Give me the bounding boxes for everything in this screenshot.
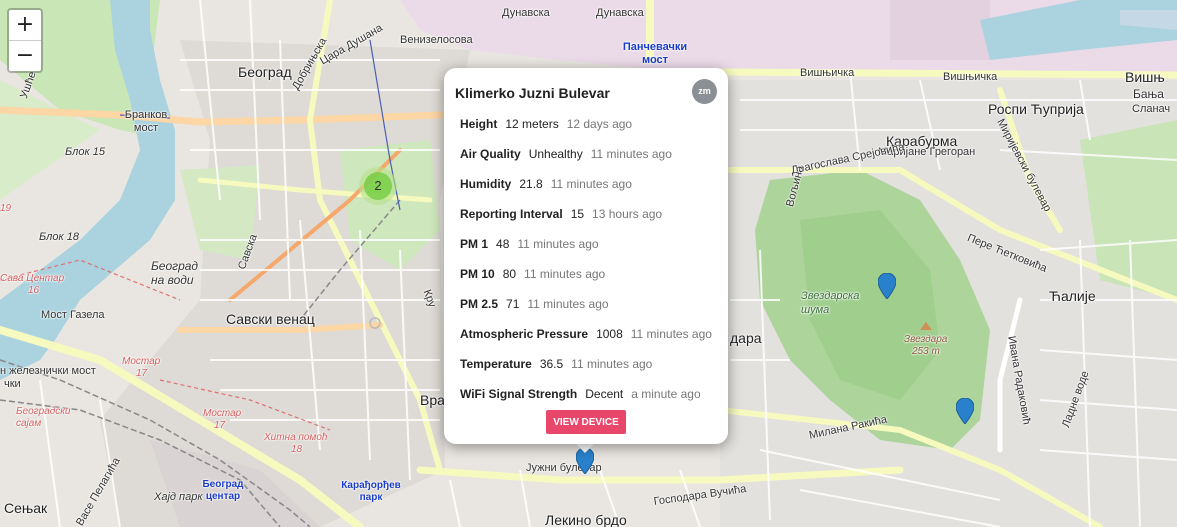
reading-timestamp: 11 minutes ago: [571, 357, 653, 371]
map-label-rospi-cuprija: Роспи Ћуприја: [988, 101, 1084, 117]
reading-timestamp: 11 minutes ago: [630, 327, 712, 341]
reading-label: Reporting Interval: [460, 207, 563, 221]
map-label-zvezdarska-suma: Звездарска шума: [801, 290, 860, 316]
map-label-hitna-num: 18: [291, 444, 303, 455]
reading-label: WiFi Signal Strength: [460, 387, 578, 401]
map-label-mostar-num: 17: [136, 368, 148, 379]
reading-timestamp: a minute ago: [631, 387, 701, 401]
marker-cluster[interactable]: 2: [359, 167, 397, 205]
map-label-zeleznicki-suffix: чки: [4, 378, 21, 390]
sensor-readings-list: Height 12 meters 12 days ago Air Quality Unh…: [460, 112, 712, 412]
reading-label: PM 10: [460, 267, 495, 281]
reading-label: Atmospheric Pressure: [460, 327, 589, 341]
device-popup: Klimerko Juzni Bulevar zm Height 12 meter…: [444, 68, 728, 444]
sensor-reading-row: Temperature 36.5 11 minutes ago: [460, 352, 712, 382]
map-label-sava-num: 16: [28, 285, 40, 296]
map-label-visnjicka-2: Вишњичка: [943, 71, 998, 83]
reading-label: Air Quality: [460, 147, 521, 161]
map-label-visnjicka: Вишњичка: [800, 67, 855, 79]
map-label-brankov-most: Бранков мост: [124, 109, 168, 134]
reading-timestamp: 11 minutes ago: [524, 267, 606, 281]
map-container[interactable]: Београд Дунавска Дунавска Венизелосова Д…: [0, 0, 1177, 527]
reading-timestamp: 12 days ago: [566, 117, 633, 131]
map-label-blok-15: Блок 15: [65, 146, 105, 158]
sensor-reading-row: PM 10 80 11 minutes ago: [460, 262, 712, 292]
map-label-caliye: Ћалије: [1049, 288, 1096, 304]
map-label-beograd-na-vodi: Београд на води: [151, 259, 199, 287]
reading-value: 71: [506, 297, 520, 311]
map-marker-icon[interactable]: [878, 273, 896, 299]
reading-value: 1008: [596, 327, 623, 341]
sensor-reading-row: Atmospheric Pressure 1008 11 minutes ago: [460, 322, 712, 352]
map-label-savski-venac: Савски венац: [226, 311, 315, 327]
reading-timestamp: 13 hours ago: [592, 207, 663, 221]
map-label-mostar: Мостар: [122, 356, 161, 367]
map-label-mostar-2: Мостар: [203, 408, 242, 419]
zoom-out-button[interactable]: −: [9, 40, 41, 71]
reading-value: 36.5: [539, 357, 564, 371]
sensor-reading-row: Air Quality Unhealthy 11 minutes ago: [460, 142, 712, 172]
popup-title: Klimerko Juzni Bulevar: [455, 85, 610, 101]
reading-value: Decent: [585, 387, 624, 401]
map-label-dunavska-2: Дунавска: [596, 7, 644, 19]
reading-label: PM 2.5: [460, 297, 499, 311]
device-owner-avatar: zm: [692, 79, 717, 104]
map-label-most-gazela: Мост Газела: [41, 309, 105, 321]
map-label-dara: дара: [730, 330, 762, 346]
map-label-zeleznicki-most: н железнички мост: [0, 365, 96, 377]
reading-value: 21.8: [519, 177, 543, 191]
map-label-beogradski-sajam: Београдски сајам: [16, 406, 71, 429]
map-label-dunavska: Дунавска: [502, 7, 550, 19]
map-label-venizelosova: Венизелосова: [400, 34, 473, 46]
reading-label: Temperature: [460, 357, 532, 371]
sensor-reading-row: PM 2.5 71 11 minutes ago: [460, 292, 712, 322]
map-label-banja: Бањa: [1133, 87, 1164, 101]
reading-timestamp: 11 minutes ago: [550, 177, 632, 191]
map-label-karadjordjev-park: Карађорђев парк: [341, 480, 401, 503]
sensor-reading-row: PM 1 48 11 minutes ago: [460, 232, 712, 262]
reading-value: 48: [496, 237, 510, 251]
map-label-zvezdara-elevation: 253 m: [912, 346, 940, 357]
map-label-blok-18: Блок 18: [39, 231, 79, 243]
map-label-hajd-park: Хајд парк: [154, 491, 203, 503]
map-label-beograd-centar: Београд центар: [202, 479, 244, 502]
map-label-pancevacki-most: Панчевачки мост: [622, 41, 688, 66]
reading-label: Humidity: [460, 177, 512, 191]
reading-label: Height: [460, 117, 498, 131]
reading-value: 12 meters: [505, 117, 559, 131]
reading-timestamp: 11 minutes ago: [527, 297, 609, 311]
map-label-num-19: 19: [0, 203, 12, 214]
reading-value: Unhealthy: [528, 147, 583, 161]
zoom-in-button[interactable]: +: [9, 10, 41, 40]
reading-label: PM 1: [460, 237, 489, 251]
reading-timestamp: 11 minutes ago: [517, 237, 599, 251]
sensor-reading-row: Height 12 meters 12 days ago: [460, 112, 712, 142]
sensor-reading-row: Humidity 21.8 11 minutes ago: [460, 172, 712, 202]
reading-timestamp: 11 minutes ago: [590, 147, 672, 161]
reading-value: 15: [570, 207, 585, 221]
marker-cluster-count[interactable]: 2: [364, 172, 392, 200]
map-label-hitna-pomoc: Хитна помоћ: [264, 432, 328, 443]
view-device-button[interactable]: VIEW DEVICE: [546, 410, 626, 434]
map-label-mostar-2-num: 17: [214, 420, 226, 431]
reading-value: 80: [502, 267, 517, 281]
map-label-lokino-brdo: Лекино брдо: [545, 512, 627, 527]
sensor-reading-row: WiFi Signal Strength Decent a minute ago: [460, 382, 712, 412]
map-label-visnj: Вишњ: [1125, 69, 1165, 85]
map-label-slanac: Сланач: [1132, 103, 1171, 115]
map-label-beograd: Београд: [238, 64, 292, 80]
map-label-zvezdara: Звездара: [904, 334, 948, 345]
map-label-sava-centar: Сава Центар: [0, 273, 65, 284]
sensor-reading-row: Reporting Interval 15 13 hours ago: [460, 202, 712, 232]
map-label-sencak: Сењак: [4, 500, 48, 516]
zoom-control: + −: [7, 8, 43, 73]
map-marker-icon[interactable]: [956, 398, 974, 424]
